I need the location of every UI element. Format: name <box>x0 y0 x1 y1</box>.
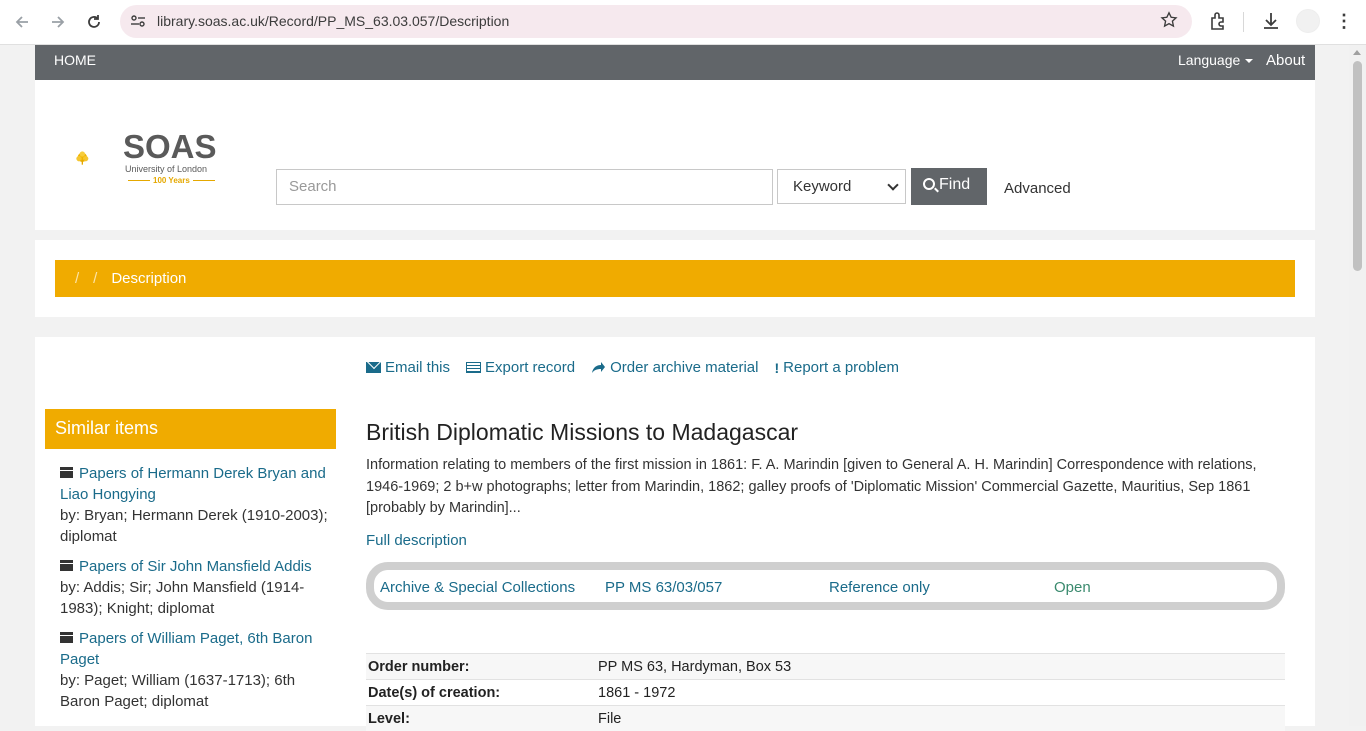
similar-items-list: Papers of Hermann Derek Bryan and Liao H… <box>60 463 330 721</box>
similar-item-link[interactable]: Papers of William Paget, 6th Baron Paget <box>60 630 312 668</box>
scroll-up-arrow-icon[interactable] <box>1353 50 1361 55</box>
browser-toolbar: library.soas.ac.uk/Record/PP_MS_63.03.05… <box>0 0 1366 45</box>
list-item: Papers of William Paget, 6th Baron Paget… <box>60 628 330 712</box>
logo-subtitle: University of London <box>125 164 208 174</box>
page-scrollbar[interactable] <box>1349 45 1366 726</box>
breadcrumb-separator: / <box>93 270 98 287</box>
archive-box-icon <box>60 467 73 478</box>
menu-kebab-icon[interactable]: ⋮ <box>1334 10 1354 32</box>
similar-item-author: by: Paget; William (1637-1713); 6th Baro… <box>60 672 296 710</box>
export-record-link[interactable]: Export record <box>466 359 575 376</box>
similar-item-author: by: Bryan; Hermann Derek (1910-2003); di… <box>60 507 328 545</box>
full-description-link[interactable]: Full description <box>366 532 467 549</box>
soas-logo[interactable]: SOAS University of London 100 Years <box>123 128 218 186</box>
site-header: SOAS University of London 100 Years Sear… <box>35 80 1315 230</box>
record-actions: Email this Export record Order archive m… <box>366 359 899 376</box>
breadcrumb: / / Description <box>55 260 1295 297</box>
main-content: Email this Export record Order archive m… <box>35 337 1315 731</box>
url-text[interactable]: library.soas.ac.uk/Record/PP_MS_63.03.05… <box>157 13 509 29</box>
language-label: Language <box>1178 52 1241 68</box>
search-input[interactable]: Search <box>276 169 773 205</box>
extensions-icon[interactable] <box>1207 10 1229 32</box>
table-row: Date(s) of creation: 1861 - 1972 <box>366 679 1285 705</box>
archive-box-icon <box>60 560 73 571</box>
detail-value: PP MS 63, Hardyman, Box 53 <box>598 659 792 675</box>
table-row: Order number: PP MS 63, Hardyman, Box 53 <box>366 653 1285 679</box>
holdings-box: Archive & Special Collections PP MS 63/0… <box>366 562 1285 610</box>
nav-about-link[interactable]: About <box>1266 52 1305 69</box>
bookmark-star-icon[interactable] <box>1160 11 1178 29</box>
site-settings-icon[interactable] <box>130 13 146 29</box>
similar-item-author: by: Addis; Sir; John Mansfield (1914-198… <box>60 579 305 617</box>
report-problem-link[interactable]: ! Report a problem <box>774 359 899 376</box>
record-description: Information relating to members of the f… <box>366 457 1257 516</box>
detail-value: 1861 - 1972 <box>598 685 676 701</box>
breadcrumb-separator: / <box>75 270 80 287</box>
advanced-search-link[interactable]: Advanced <box>1004 180 1071 197</box>
find-button[interactable]: Find <box>911 168 987 205</box>
search-type-value: Keyword <box>793 178 852 195</box>
find-label: Find <box>939 176 971 193</box>
record-details-table: Order number: PP MS 63, Hardyman, Box 53… <box>366 653 1285 731</box>
list-item: Papers of Sir John Mansfield Addis by: A… <box>60 556 330 619</box>
chevron-down-icon <box>887 179 899 191</box>
record-title: British Diplomatic Missions to Madagasca… <box>366 419 799 445</box>
breadcrumb-current: Description <box>111 270 187 287</box>
logo-years: 100 Years <box>125 176 218 185</box>
reload-icon[interactable] <box>81 9 107 35</box>
detail-key: Level: <box>368 711 410 727</box>
nav-home-link[interactable]: HOME <box>54 52 96 68</box>
search-type-select[interactable]: Keyword <box>777 169 906 204</box>
logo-name: SOAS <box>123 128 217 165</box>
archive-box-icon <box>60 632 73 643</box>
toolbar-divider <box>1243 12 1244 32</box>
forward-icon[interactable] <box>45 9 71 35</box>
exclamation-icon: ! <box>774 359 780 376</box>
holding-availability: Open <box>1054 579 1091 596</box>
download-icon[interactable] <box>1260 10 1282 32</box>
detail-key: Order number: <box>368 659 470 675</box>
similar-item-link[interactable]: Papers of Sir John Mansfield Addis <box>79 558 312 575</box>
holding-location-link[interactable]: Archive & Special Collections <box>380 579 575 596</box>
holding-status[interactable]: Reference only <box>829 579 930 596</box>
similar-items-heading: Similar items <box>45 409 336 449</box>
address-bar[interactable]: library.soas.ac.uk/Record/PP_MS_63.03.05… <box>120 5 1192 38</box>
email-this-link[interactable]: Email this <box>366 359 450 376</box>
detail-value: File <box>598 711 622 727</box>
envelope-icon <box>366 362 381 373</box>
share-arrow-icon <box>592 362 606 373</box>
profile-avatar[interactable] <box>1296 9 1320 33</box>
list-icon <box>466 362 482 373</box>
top-navigation: HOME Language About <box>35 45 1315 80</box>
detail-key: Date(s) of creation: <box>368 685 501 701</box>
soas-tree-logo-icon[interactable] <box>75 130 125 190</box>
holding-callnumber[interactable]: PP MS 63/03/057 <box>605 579 722 596</box>
language-dropdown[interactable]: Language <box>1178 52 1254 68</box>
list-item: Papers of Hermann Derek Bryan and Liao H… <box>60 463 330 547</box>
back-icon[interactable] <box>9 9 35 35</box>
similar-item-link[interactable]: Papers of Hermann Derek Bryan and Liao H… <box>60 465 326 503</box>
search-icon <box>923 178 935 190</box>
caret-down-icon <box>1245 59 1254 64</box>
scrollbar-thumb[interactable] <box>1353 61 1362 271</box>
order-archive-link[interactable]: Order archive material <box>591 359 758 376</box>
breadcrumb-section: / / Description <box>35 240 1315 317</box>
table-row: Level: File <box>366 705 1285 731</box>
